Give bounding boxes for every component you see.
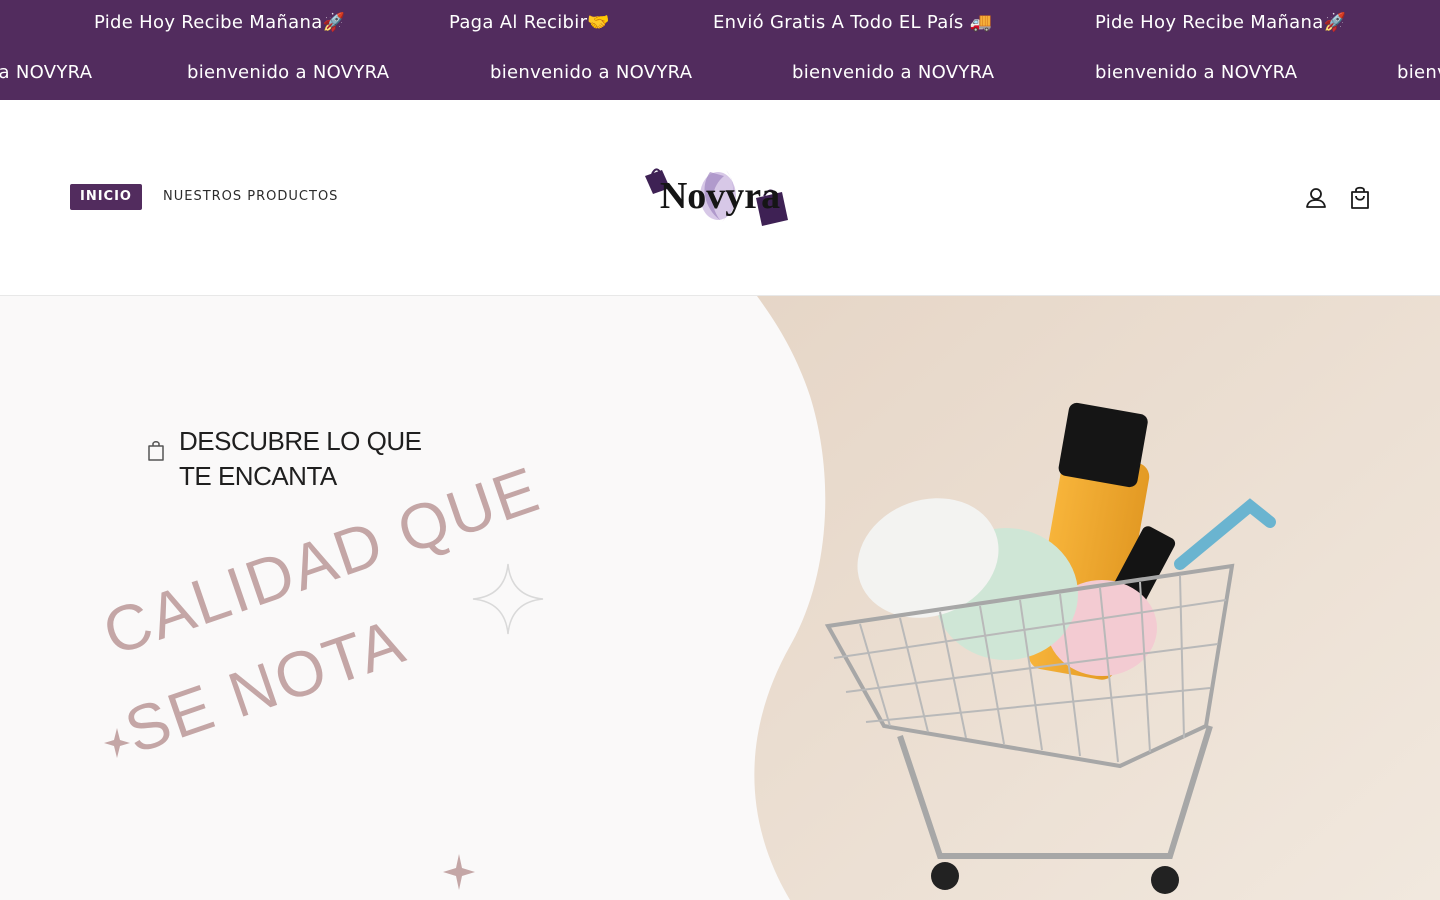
site-header: INICIO NUESTROS PRODUCTOS Novyra: [0, 100, 1440, 296]
shopping-bag-icon[interactable]: [1346, 184, 1374, 212]
hero-banner[interactable]: DESCUBRE LO QUE TE ENCANTA CALIDAD QUE S…: [0, 296, 1440, 900]
shopping-bag-icon: [146, 440, 166, 462]
announcement-bar: Pide Hoy Recibe Mañana🚀 Paga Al Recibir🤝…: [0, 0, 1440, 100]
announcement-item: Paga Al Recibir🤝: [449, 12, 610, 33]
nav-link-products[interactable]: NUESTROS PRODUCTOS: [163, 184, 338, 210]
novyra-logo: Novyra: [645, 168, 788, 226]
announcement-item: bienvenido a NOVYRA: [792, 62, 995, 83]
announcement-item: Envió Gratis A Todo EL País 🚚: [713, 12, 993, 33]
logo-wordmark: Novyra: [660, 175, 780, 217]
announcement-item: Pide Hoy Recibe Mañana🚀: [1095, 12, 1347, 33]
announcement-item: bienvenido a NOVYRA: [1095, 62, 1298, 83]
hero-tagline-line: DESCUBRE LO QUE: [179, 426, 422, 456]
nav-link-home[interactable]: INICIO: [70, 184, 142, 210]
announcement-item: bienvenido a NOVYRA: [490, 62, 693, 83]
announcement-item: bienvenido a NOVYRA: [187, 62, 390, 83]
announcement-item: bienvenido a NOVYRA: [1397, 62, 1440, 83]
announcement-item: Pide Hoy Recibe Mañana🚀: [94, 12, 346, 33]
announcement-item: bienvenido a NOVYRA: [0, 62, 93, 83]
site-logo[interactable]: Novyra: [640, 158, 800, 234]
user-icon[interactable]: [1302, 184, 1330, 212]
